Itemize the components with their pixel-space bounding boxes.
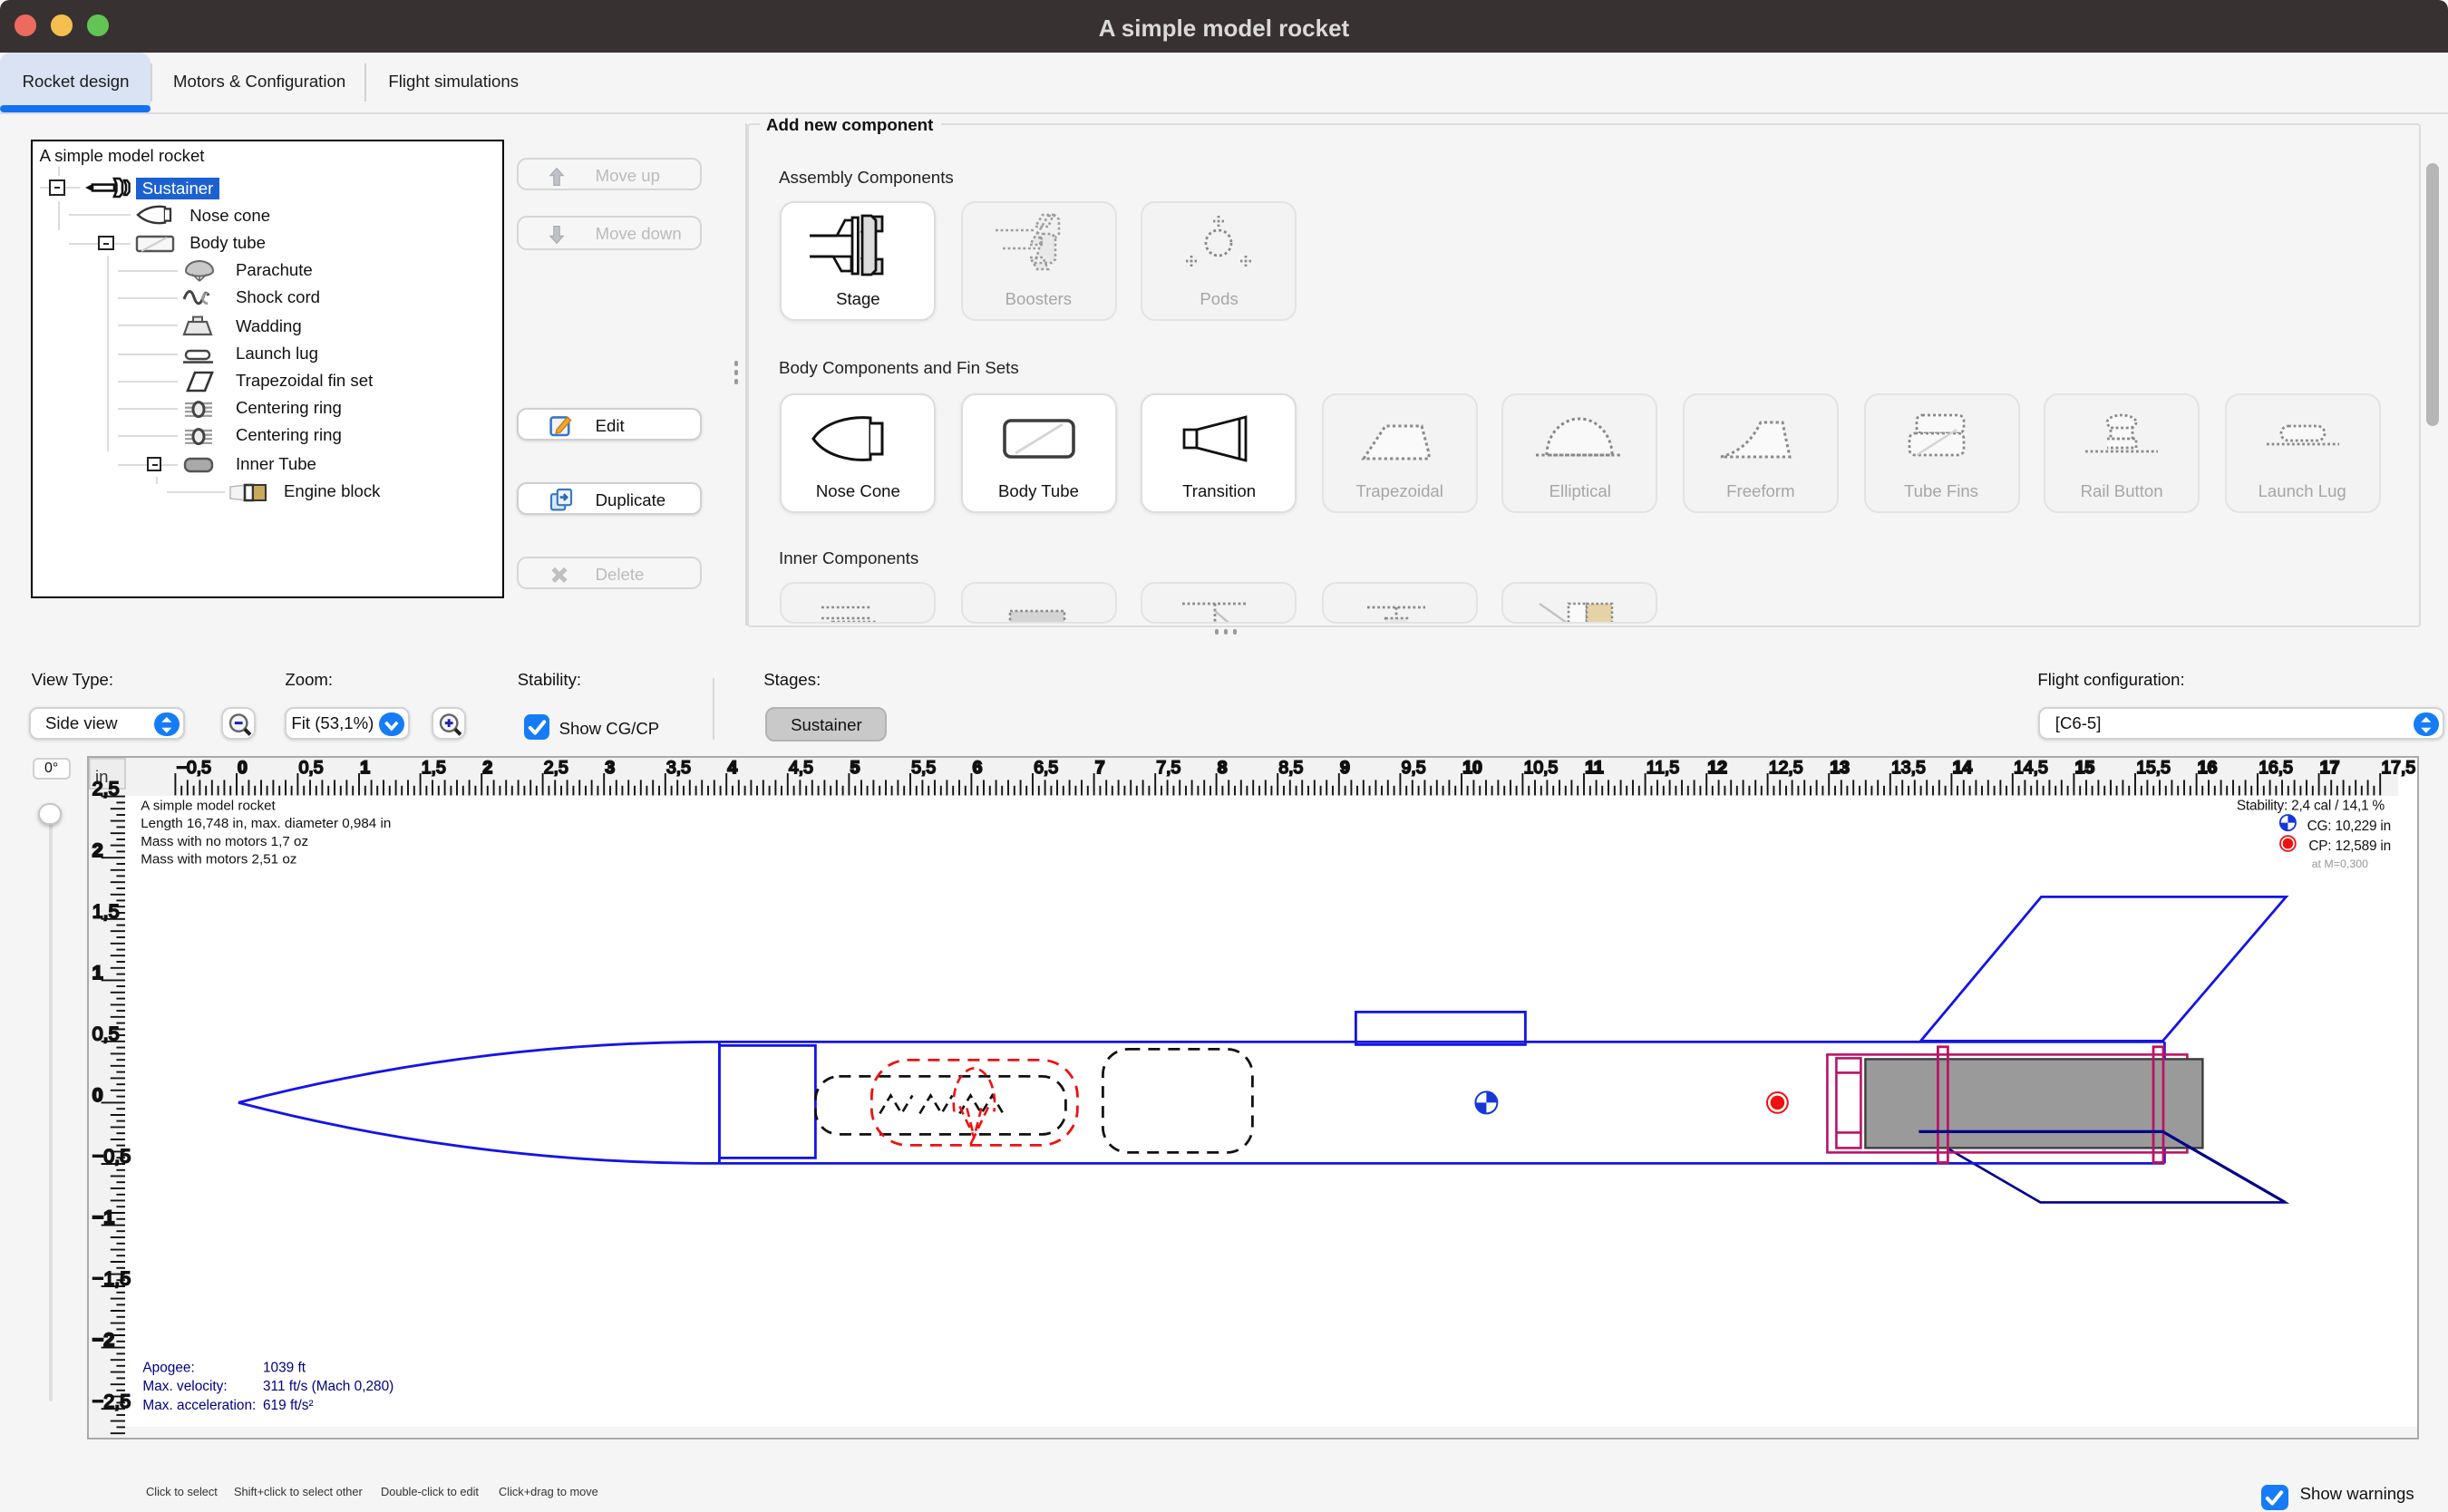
svg-text:16,5: 16,5 bbox=[2258, 757, 2292, 777]
svg-text:6,5: 6,5 bbox=[1033, 757, 1057, 777]
svg-text:1: 1 bbox=[359, 757, 369, 777]
svg-text:12,5: 12,5 bbox=[1768, 757, 1802, 777]
svg-text:0: 0 bbox=[92, 1082, 102, 1105]
svg-text:8: 8 bbox=[1217, 757, 1227, 777]
svg-text:0,5: 0,5 bbox=[298, 757, 323, 777]
svg-text:1039 ft: 1039 ft bbox=[262, 1360, 306, 1375]
svg-text:A simple model rocket: A simple model rocket bbox=[140, 798, 275, 813]
svg-text:9: 9 bbox=[1339, 757, 1349, 777]
svg-text:4,5: 4,5 bbox=[788, 757, 812, 777]
svg-text:0,5: 0,5 bbox=[92, 1021, 119, 1043]
svg-text:at M=0,300: at M=0,300 bbox=[2311, 857, 2367, 869]
svg-text:3: 3 bbox=[604, 757, 614, 777]
svg-text:2,5: 2,5 bbox=[543, 757, 568, 777]
svg-text:8,5: 8,5 bbox=[1277, 757, 1302, 777]
svg-text:15: 15 bbox=[2074, 757, 2094, 777]
svg-text:14,5: 14,5 bbox=[2013, 757, 2047, 777]
svg-text:11: 11 bbox=[1584, 757, 1603, 777]
svg-text:13: 13 bbox=[1829, 757, 1849, 777]
svg-text:14: 14 bbox=[1952, 757, 1972, 777]
svg-text:Mass with no motors 1,7 oz: Mass with no motors 1,7 oz bbox=[140, 833, 307, 848]
svg-text:5: 5 bbox=[850, 757, 860, 777]
svg-text:2: 2 bbox=[481, 757, 491, 777]
svg-text:CG: 10,229 in: CG: 10,229 in bbox=[2307, 818, 2390, 833]
svg-text:5,5: 5,5 bbox=[910, 757, 935, 777]
svg-text:Apogee:: Apogee: bbox=[141, 1360, 193, 1375]
svg-text:9,5: 9,5 bbox=[1401, 757, 1425, 777]
svg-text:15,5: 15,5 bbox=[2135, 757, 2170, 777]
svg-text:2,5: 2,5 bbox=[92, 776, 119, 799]
svg-text:4: 4 bbox=[726, 757, 736, 777]
svg-text:1: 1 bbox=[92, 960, 102, 983]
svg-text:10: 10 bbox=[1462, 757, 1481, 777]
svg-text:−0,5: −0,5 bbox=[176, 757, 210, 777]
svg-text:13,5: 13,5 bbox=[1890, 757, 1925, 777]
svg-text:619 ft/s²: 619 ft/s² bbox=[262, 1397, 313, 1412]
svg-text:10,5: 10,5 bbox=[1523, 757, 1558, 777]
svg-text:−2,5: −2,5 bbox=[92, 1389, 131, 1411]
svg-text:311 ft/s (Mach 0,280): 311 ft/s (Mach 0,280) bbox=[262, 1378, 393, 1393]
svg-text:2: 2 bbox=[92, 838, 102, 860]
svg-text:Mass with motors 2,51 oz: Mass with motors 2,51 oz bbox=[140, 850, 296, 866]
svg-text:Max. acceleration:: Max. acceleration: bbox=[141, 1397, 255, 1412]
svg-text:17: 17 bbox=[2319, 757, 2339, 777]
svg-text:CP: 12,589 in: CP: 12,589 in bbox=[2307, 838, 2390, 853]
svg-text:11,5: 11,5 bbox=[1646, 757, 1678, 777]
svg-text:16: 16 bbox=[2197, 757, 2217, 777]
svg-text:−1,5: −1,5 bbox=[92, 1266, 131, 1289]
svg-text:Length 16,748 in, max. diamete: Length 16,748 in, max. diameter 0,984 in bbox=[140, 815, 390, 830]
svg-text:1,5: 1,5 bbox=[421, 757, 445, 777]
svg-text:1,5: 1,5 bbox=[92, 898, 119, 921]
svg-text:17,5: 17,5 bbox=[2380, 757, 2414, 777]
svg-text:Stability: 2,4 cal / 14,1 %: Stability: 2,4 cal / 14,1 % bbox=[2236, 797, 2385, 812]
svg-text:0: 0 bbox=[237, 757, 247, 777]
svg-text:7,5: 7,5 bbox=[1155, 757, 1180, 777]
svg-text:3,5: 3,5 bbox=[665, 757, 690, 777]
svg-text:6: 6 bbox=[972, 757, 982, 777]
svg-text:Max. velocity:: Max. velocity: bbox=[141, 1378, 226, 1393]
svg-text:−0,5: −0,5 bbox=[92, 1144, 131, 1167]
svg-text:7: 7 bbox=[1094, 757, 1104, 777]
svg-text:−2: −2 bbox=[92, 1327, 114, 1350]
svg-text:−1: −1 bbox=[92, 1205, 114, 1227]
svg-text:12: 12 bbox=[1706, 757, 1726, 777]
